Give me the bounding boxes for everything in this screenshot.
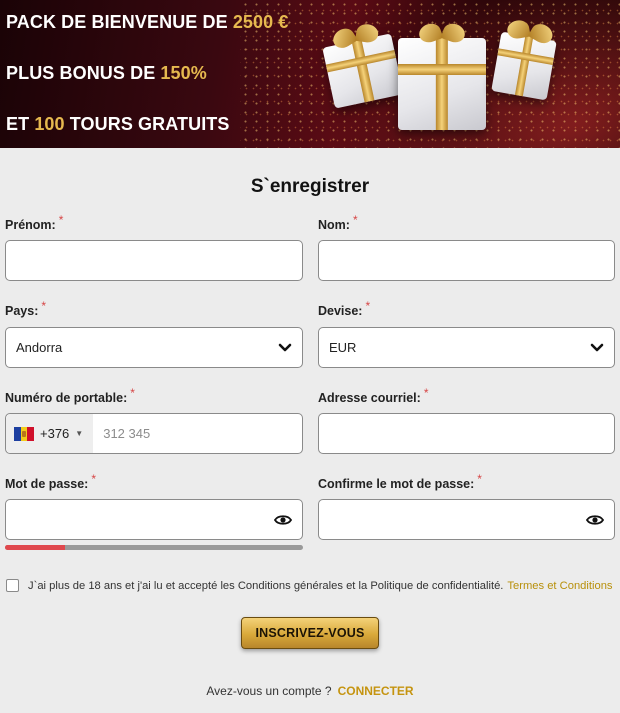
- last-name-label: Nom: *: [318, 213, 358, 232]
- first-name-field[interactable]: [5, 240, 303, 281]
- login-link[interactable]: CONNECTER: [338, 684, 414, 698]
- login-prompt-text: Avez-vous un compte ?: [206, 684, 332, 698]
- first-name-label: Prénom: *: [5, 213, 63, 232]
- last-name-field[interactable]: [318, 240, 615, 281]
- email-label-text: Adresse courriel:: [318, 391, 421, 405]
- terms-consent: J`ai plus de 18 ans et j'ai lu et accept…: [6, 579, 613, 592]
- dial-code: +376: [40, 426, 70, 441]
- password-field[interactable]: [5, 499, 303, 540]
- banner-line-1: PACK DE BIENVENUE DE 2500 €: [6, 12, 288, 33]
- password-label: Mot de passe: *: [5, 472, 96, 491]
- confirm-password-field[interactable]: [318, 499, 615, 540]
- country-code-dropdown[interactable]: +376 ▼: [6, 414, 94, 453]
- required-asterisk: *: [423, 386, 429, 400]
- password-strength-fill: [5, 545, 65, 550]
- chevron-down-icon: [278, 343, 292, 351]
- register-button[interactable]: INSCRIVEZ-VOUS: [241, 617, 379, 649]
- phone-label: Numéro de portable: *: [5, 386, 135, 405]
- email-label: Adresse courriel: *: [318, 386, 429, 405]
- required-asterisk: *: [477, 472, 482, 486]
- required-asterisk: *: [365, 299, 371, 313]
- required-asterisk: *: [130, 386, 135, 400]
- password-strength-bar: [5, 545, 303, 550]
- banner-line-3-text: ET: [6, 114, 35, 134]
- terms-link[interactable]: Termes et Conditions: [507, 580, 612, 592]
- gift-box-icon: [491, 31, 557, 101]
- required-asterisk: *: [352, 213, 358, 227]
- banner-line-1-highlight: 2500 €: [232, 12, 289, 32]
- country-label: Pays: *: [5, 299, 46, 318]
- first-name-label-text: Prénom:: [5, 218, 56, 232]
- consent-text: J`ai plus de 18 ans et j'ai lu et accept…: [28, 579, 504, 592]
- required-asterisk: *: [91, 472, 97, 486]
- terms-checkbox[interactable]: [6, 579, 19, 592]
- login-prompt: Avez-vous un compte ? CONNECTER: [0, 684, 620, 698]
- country-select[interactable]: Andorra: [5, 327, 303, 368]
- banner-line-3-highlight: 100: [34, 114, 65, 134]
- eye-icon[interactable]: [274, 514, 292, 526]
- gift-boxes-illustration: [318, 10, 568, 140]
- banner-line-1-text: PACK DE BIENVENUE DE: [6, 12, 233, 32]
- banner-line-3-suffix: TOURS GRATUITS: [64, 114, 230, 134]
- page-title: S`enregistrer: [250, 176, 370, 197]
- phone-field: +376 ▼: [5, 413, 303, 454]
- required-asterisk: *: [41, 299, 47, 313]
- confirm-password-label-text: Confirme le mot de passe:: [318, 477, 475, 491]
- caret-down-icon: ▼: [75, 429, 84, 438]
- banner-line-2-highlight: 150%: [160, 63, 207, 83]
- andorra-flag-icon: [14, 426, 35, 441]
- currency-label: Devise: *: [318, 299, 370, 318]
- gift-box-icon: [398, 38, 486, 130]
- confirm-password-label: Confirme le mot de passe: *: [318, 472, 482, 491]
- phone-number-input[interactable]: [93, 426, 244, 441]
- banner-line-2-text: PLUS BONUS DE: [6, 63, 161, 83]
- country-label-text: Pays:: [5, 304, 39, 318]
- phone-label-text: Numéro de portable:: [5, 391, 128, 405]
- currency-selected-value: EUR: [329, 340, 357, 355]
- gift-box-icon: [322, 33, 404, 109]
- currency-select[interactable]: EUR: [318, 327, 615, 368]
- country-selected-value: Andorra: [16, 340, 63, 355]
- banner-line-3: ET 100 TOURS GRATUITS: [6, 114, 230, 135]
- email-field[interactable]: [318, 413, 615, 454]
- eye-icon[interactable]: [586, 514, 604, 526]
- promo-banner: PACK DE BIENVENUE DE 2500 € PLUS BONUS D…: [0, 0, 620, 148]
- chevron-down-icon: [590, 343, 604, 351]
- last-name-label-text: Nom:: [318, 218, 350, 232]
- currency-label-text: Devise:: [318, 304, 363, 318]
- password-label-text: Mot de passe:: [5, 477, 89, 491]
- banner-line-2: PLUS BONUS DE 150%: [6, 63, 207, 84]
- required-asterisk: *: [58, 213, 64, 227]
